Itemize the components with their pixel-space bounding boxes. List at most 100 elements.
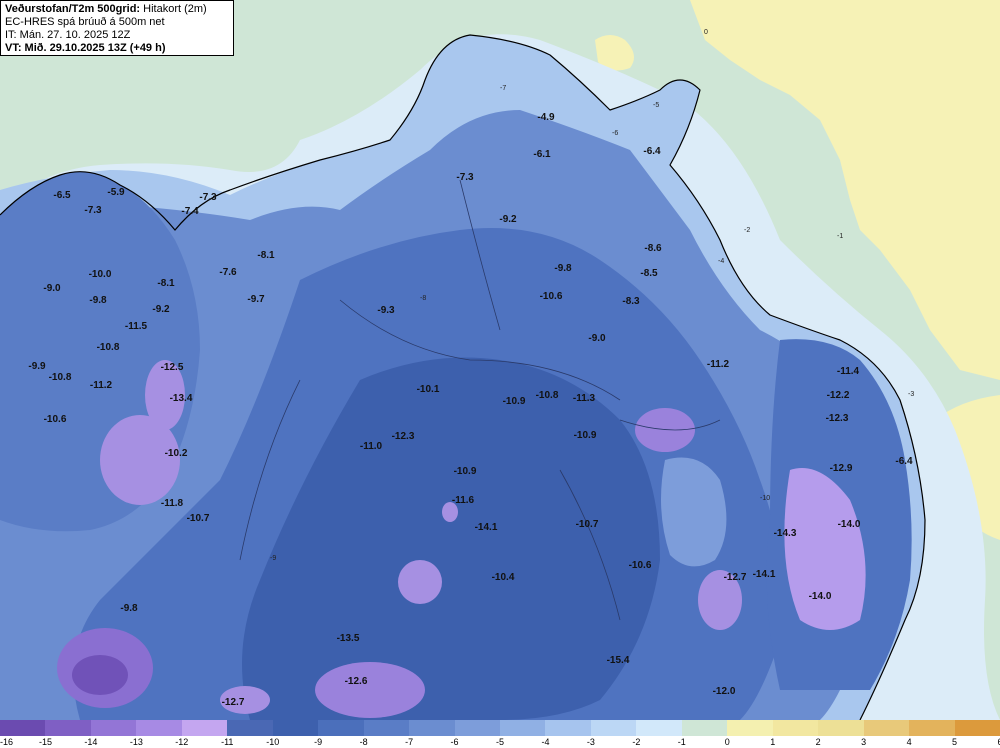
legend-swatch bbox=[363, 720, 410, 736]
legend-tick-label: 3 bbox=[861, 737, 867, 747]
temperature-label: -7.6 bbox=[219, 267, 237, 278]
glacier-sw-core bbox=[72, 655, 128, 695]
legend-tick-label: 2 bbox=[815, 737, 821, 747]
temperature-label: -14.1 bbox=[753, 569, 776, 580]
legend-swatch bbox=[636, 720, 682, 736]
legend-tick-label: -4 bbox=[541, 737, 550, 747]
temperature-label: -12.3 bbox=[826, 413, 849, 424]
isoline-label: -5 bbox=[653, 102, 659, 109]
temperature-label: -10.9 bbox=[454, 466, 477, 477]
valid-time: VT: Mið. 29.10.2025 13Z (+49 h) bbox=[5, 42, 166, 54]
map-title: Veðurstofan/T2m 500grid: bbox=[5, 3, 141, 15]
isoline-label: 0 bbox=[704, 29, 708, 36]
legend-swatch bbox=[954, 720, 1000, 736]
temperature-label: -10.4 bbox=[492, 572, 515, 583]
temperature-label: -11.5 bbox=[125, 321, 148, 332]
isoline-label: -3 bbox=[908, 391, 914, 398]
temperature-label: -12.5 bbox=[161, 362, 184, 373]
temperature-label: -8.1 bbox=[157, 278, 175, 289]
legend-swatch bbox=[272, 720, 319, 736]
temperature-label: -12.7 bbox=[724, 572, 747, 583]
temperature-label: -10.7 bbox=[576, 519, 599, 530]
legend-tick-label: -3 bbox=[586, 737, 595, 747]
legend-tick-label: -14 bbox=[84, 737, 98, 747]
legend-swatch bbox=[409, 720, 455, 736]
isoline-label: -7 bbox=[500, 85, 506, 92]
temperature-label: -9.2 bbox=[499, 214, 517, 225]
temperature-label: -11.6 bbox=[452, 495, 475, 506]
temperature-label: -11.2 bbox=[707, 359, 730, 370]
temperature-label: -12.0 bbox=[713, 686, 736, 697]
temperature-label: -13.4 bbox=[170, 393, 193, 404]
legend-tick-label: -12 bbox=[175, 737, 189, 747]
isoline-label: -9 bbox=[270, 555, 276, 562]
temperature-label: -8.1 bbox=[257, 250, 275, 261]
temperature-label: -12.2 bbox=[827, 390, 850, 401]
temperature-label: -10.7 bbox=[187, 513, 210, 524]
initial-time: IT: Mán. 27. 10. 2025 12Z bbox=[5, 29, 131, 41]
legend-swatch bbox=[727, 720, 773, 736]
map-header: Veðurstofan/T2m 500grid: Hitakort (2m) E… bbox=[0, 0, 234, 56]
legend-swatch bbox=[90, 720, 137, 736]
legend-swatch bbox=[818, 720, 864, 736]
legend-swatch bbox=[318, 720, 364, 736]
legend-swatch bbox=[681, 720, 728, 736]
legend-swatch bbox=[863, 720, 910, 736]
temperature-label: -10.6 bbox=[629, 560, 652, 571]
legend-swatch bbox=[227, 720, 273, 736]
temperature-label: -10.2 bbox=[165, 448, 188, 459]
isoline-label: -1 bbox=[837, 233, 843, 240]
legend-swatch bbox=[545, 720, 591, 736]
legend-swatch bbox=[0, 720, 46, 736]
legend-swatch bbox=[45, 720, 91, 736]
legend-tick-label: -13 bbox=[129, 737, 143, 747]
legend-tick-label: 5 bbox=[952, 737, 958, 747]
temperature-label: -8.6 bbox=[644, 243, 662, 254]
isoline-label: -8 bbox=[420, 295, 426, 302]
temperature-label: -6.4 bbox=[895, 456, 913, 467]
temperature-label: -10.1 bbox=[417, 384, 440, 395]
temperature-label: -9.0 bbox=[588, 333, 606, 344]
temperature-label: -12.6 bbox=[345, 676, 368, 687]
temperature-label: -10.9 bbox=[503, 396, 526, 407]
legend-tick-label: -9 bbox=[314, 737, 323, 747]
temperature-label: -7.4 bbox=[181, 206, 199, 217]
glacier-central bbox=[398, 560, 442, 604]
temperature-label: -9.9 bbox=[28, 361, 46, 372]
temperature-label: -15.4 bbox=[607, 655, 630, 666]
legend-tick-label: -6 bbox=[450, 737, 459, 747]
temperature-label: -9.3 bbox=[377, 305, 395, 316]
isoline-label: -6 bbox=[612, 130, 618, 137]
legend-labels: -16 -15 -14 -13 -12 -11 -10 -9 -8 -7 -6 -5 -4 -3 -2 -1 0… bbox=[0, 737, 1000, 748]
temperature-label: -9.8 bbox=[554, 263, 572, 274]
temperature-label: -10.6 bbox=[44, 414, 67, 425]
temperature-label: -11.3 bbox=[573, 393, 596, 404]
legend-tick-label: -15 bbox=[38, 737, 52, 747]
temperature-label: -12.7 bbox=[222, 697, 245, 708]
temperature-label: -9.8 bbox=[89, 295, 107, 306]
temperature-label: -14.1 bbox=[475, 522, 498, 533]
isoline-label: -4 bbox=[718, 258, 724, 265]
legend-tick-label: -10 bbox=[266, 737, 280, 747]
temperature-label: -11.4 bbox=[837, 366, 860, 377]
temperature-label: -5.9 bbox=[107, 187, 125, 198]
temperature-label: -10.6 bbox=[540, 291, 563, 302]
temperature-label: -10.0 bbox=[89, 269, 112, 280]
temperature-label: -10.9 bbox=[574, 430, 597, 441]
model-description: EC-HRES spá brúuð á 500m net bbox=[5, 16, 165, 28]
temperature-label: -6.5 bbox=[53, 190, 71, 201]
temperature-label: -9.8 bbox=[120, 603, 138, 614]
legend-colorbar bbox=[0, 720, 1000, 736]
temperature-label: -9.7 bbox=[247, 294, 265, 305]
temperature-label: -9.2 bbox=[152, 304, 170, 315]
legend-tick-label: -16 bbox=[0, 737, 14, 747]
isoline-label: -2 bbox=[744, 227, 750, 234]
temperature-label: -10.8 bbox=[536, 390, 559, 401]
legend-swatch bbox=[181, 720, 228, 736]
temperature-label: -11.8 bbox=[161, 498, 184, 509]
temperature-label: -12.9 bbox=[830, 463, 853, 474]
temperature-label: -7.3 bbox=[456, 172, 474, 183]
legend-swatch bbox=[772, 720, 819, 736]
temperature-label: -10.8 bbox=[97, 342, 120, 353]
legend-swatch bbox=[136, 720, 182, 736]
